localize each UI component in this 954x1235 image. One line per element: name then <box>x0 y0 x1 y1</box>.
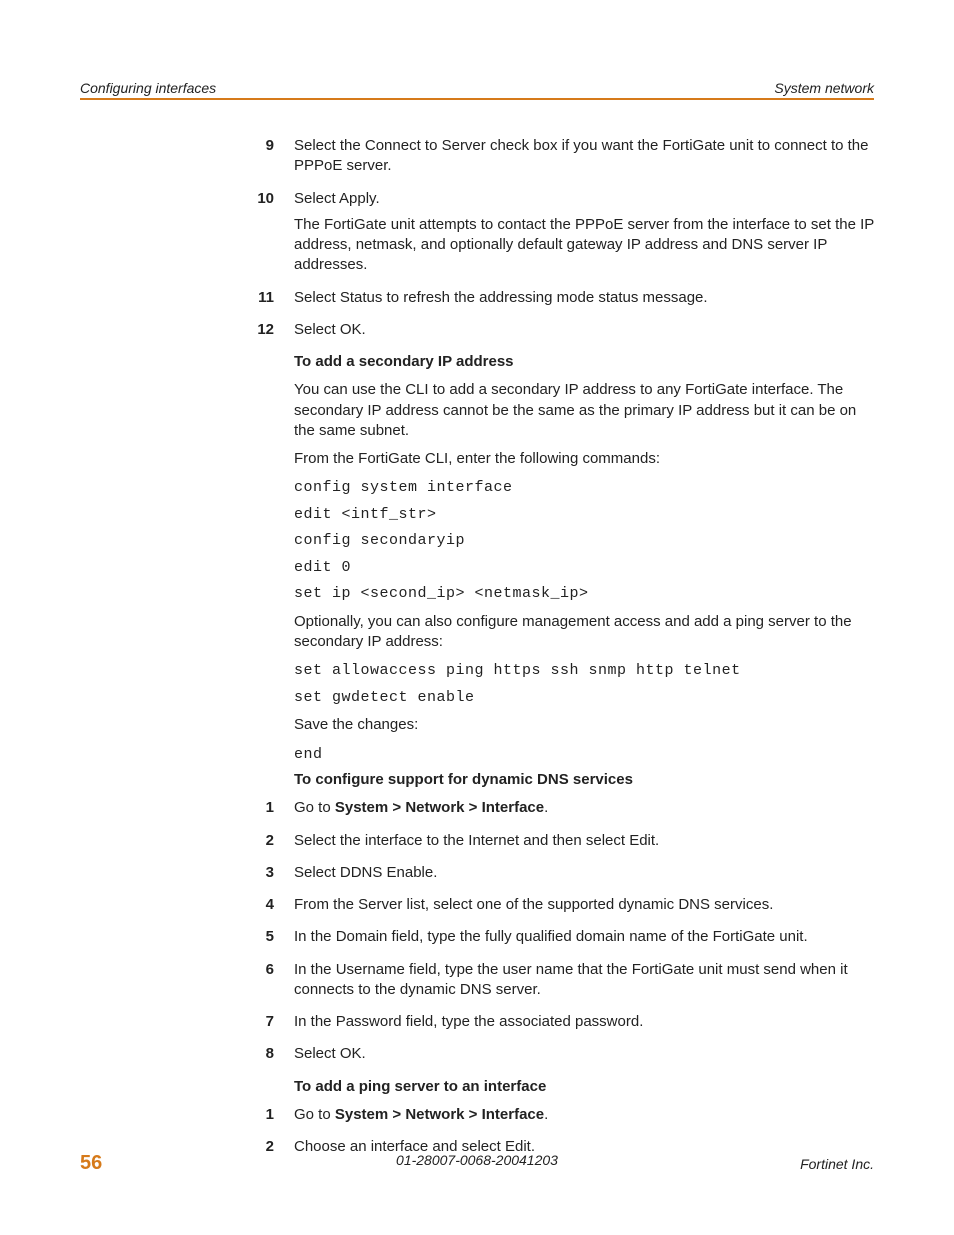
step-number: 6 <box>240 960 294 1007</box>
step-text: Select DDNS Enable. <box>294 863 874 883</box>
code-line: edit 0 <box>294 557 874 580</box>
step-number: 4 <box>240 895 294 921</box>
step-text: From the Server list, select one of the … <box>294 895 874 915</box>
step-number: 3 <box>240 863 294 889</box>
ddns-step-2: 2 Select the interface to the Internet a… <box>240 831 874 857</box>
heading-ping-server: To add a ping server to an interface <box>294 1077 874 1097</box>
main-content: 9 Select the Connect to Server check box… <box>80 100 874 1163</box>
step-text: In the Domain field, type the fully qual… <box>294 927 874 947</box>
ddns-step-1: 1 Go to System > Network > Interface. <box>240 798 874 824</box>
step-number: 1 <box>240 798 294 824</box>
step-9: 9 Select the Connect to Server check box… <box>240 136 874 183</box>
heading-secondary-ip: To add a secondary IP address <box>294 352 874 372</box>
code-line: set gwdetect enable <box>294 687 874 710</box>
step-number: 7 <box>240 1012 294 1038</box>
code-line: config system interface <box>294 477 874 500</box>
step-text: In the Username field, type the user nam… <box>294 960 874 1001</box>
body-text: From the FortiGate CLI, enter the follow… <box>294 449 874 469</box>
step-number: 10 <box>240 189 294 282</box>
step-text: Select the Connect to Server check box i… <box>294 136 874 177</box>
step-number: 5 <box>240 927 294 953</box>
ping-step-1: 1 Go to System > Network > Interface. <box>240 1105 874 1131</box>
footer: 56 01-28007-0068-20041203 Fortinet Inc. <box>80 1152 874 1175</box>
ddns-step-5: 5 In the Domain field, type the fully qu… <box>240 927 874 953</box>
step-12: 12 Select OK. <box>240 320 874 346</box>
ddns-step-8: 8 Select OK. <box>240 1044 874 1070</box>
step-text: The FortiGate unit attempts to contact t… <box>294 215 874 276</box>
code-line: set allowaccess ping https ssh snmp http… <box>294 660 874 683</box>
step-11: 11 Select Status to refresh the addressi… <box>240 288 874 314</box>
ddns-step-3: 3 Select DDNS Enable. <box>240 863 874 889</box>
step-number: 9 <box>240 136 294 183</box>
ddns-step-7: 7 In the Password field, type the associ… <box>240 1012 874 1038</box>
code-line: end <box>294 744 874 767</box>
step-number: 1 <box>240 1105 294 1131</box>
step-text: Select Apply. <box>294 189 874 209</box>
ddns-step-6: 6 In the Username field, type the user n… <box>240 960 874 1007</box>
body-text: Optionally, you can also configure manag… <box>294 612 874 653</box>
heading-ddns: To configure support for dynamic DNS ser… <box>294 770 874 790</box>
ddns-step-4: 4 From the Server list, select one of th… <box>240 895 874 921</box>
step-number: 12 <box>240 320 294 346</box>
code-line: edit <intf_str> <box>294 504 874 527</box>
code-line: set ip <second_ip> <netmask_ip> <box>294 583 874 606</box>
code-line: config secondaryip <box>294 530 874 553</box>
header-left: Configuring interfaces <box>80 80 216 96</box>
step-text: Select Status to refresh the addressing … <box>294 288 874 308</box>
step-number: 8 <box>240 1044 294 1070</box>
step-text: Select OK. <box>294 320 874 340</box>
body-text: Save the changes: <box>294 715 874 735</box>
step-10: 10 Select Apply. The FortiGate unit atte… <box>240 189 874 282</box>
step-text: Select OK. <box>294 1044 874 1064</box>
step-text: In the Password field, type the associat… <box>294 1012 874 1032</box>
header-right: System network <box>774 80 874 96</box>
step-text: Select the interface to the Internet and… <box>294 831 874 851</box>
step-number: 11 <box>240 288 294 314</box>
body-text: You can use the CLI to add a secondary I… <box>294 380 874 441</box>
step-text: Go to System > Network > Interface. <box>294 798 874 818</box>
footer-docid: 01-28007-0068-20041203 <box>80 1152 874 1168</box>
step-text: Go to System > Network > Interface. <box>294 1105 874 1125</box>
step-number: 2 <box>240 831 294 857</box>
